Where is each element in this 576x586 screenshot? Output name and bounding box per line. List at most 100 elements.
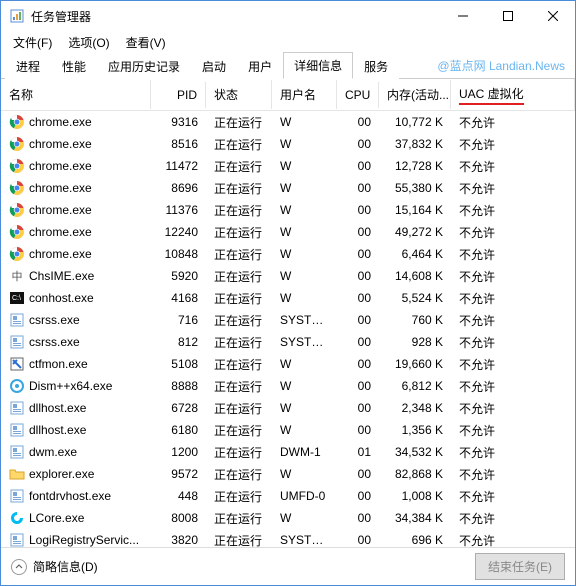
table-row[interactable]: Dism++x64.exe8888正在运行W006,812 K不允许 (1, 375, 575, 397)
tab-users[interactable]: 用户 (237, 53, 283, 79)
process-name: ctfmon.exe (29, 357, 88, 371)
cell-uac: 不允许 (451, 178, 575, 199)
cell-status: 正在运行 (206, 156, 272, 177)
titlebar[interactable]: 任务管理器 (1, 1, 575, 31)
table-row[interactable]: explorer.exe9572正在运行W0082,868 K不允许 (1, 463, 575, 485)
cell-name: csrss.exe (1, 310, 151, 330)
cell-name: csrss.exe (1, 332, 151, 352)
table-row[interactable]: chrome.exe11376正在运行W0015,164 K不允许 (1, 199, 575, 221)
cell-uac: 不允许 (451, 332, 575, 353)
tab-services[interactable]: 服务 (353, 53, 399, 79)
cell-name: chrome.exe (1, 112, 151, 132)
process-icon: C:\ (9, 290, 25, 306)
cell-user: W (272, 267, 337, 285)
cell-uac: 不允许 (451, 508, 575, 529)
process-icon (9, 202, 25, 218)
cell-mem: 5,524 K (379, 289, 451, 307)
cell-uac: 不允许 (451, 486, 575, 507)
table-row[interactable]: chrome.exe8696正在运行W0055,380 K不允许 (1, 177, 575, 199)
process-icon (9, 466, 25, 482)
maximize-button[interactable] (485, 1, 530, 31)
col-header-user[interactable]: 用户名 (272, 80, 337, 109)
menu-view[interactable]: 查看(V) (118, 32, 174, 53)
table-row[interactable]: csrss.exe812正在运行SYSTEM00928 K不允许 (1, 331, 575, 353)
table-row[interactable]: 中ChsIME.exe5920正在运行W0014,608 K不允许 (1, 265, 575, 287)
menu-options[interactable]: 选项(O) (60, 32, 117, 53)
tab-processes[interactable]: 进程 (5, 53, 51, 79)
chevron-up-icon (11, 559, 27, 575)
cell-mem: 10,772 K (379, 113, 451, 131)
cell-mem: 2,348 K (379, 399, 451, 417)
cell-user: W (272, 135, 337, 153)
cell-cpu: 00 (337, 421, 379, 439)
col-header-cpu[interactable]: CPU (337, 82, 379, 108)
col-header-mem[interactable]: 内存(活动... (379, 80, 451, 109)
cell-name: chrome.exe (1, 200, 151, 220)
table-row[interactable]: chrome.exe11472正在运行W0012,728 K不允许 (1, 155, 575, 177)
cell-mem: 55,380 K (379, 179, 451, 197)
tab-history[interactable]: 应用历史记录 (97, 53, 191, 79)
table-row[interactable]: chrome.exe9316正在运行W0010,772 K不允许 (1, 111, 575, 133)
end-task-button[interactable]: 结束任务(E) (475, 553, 565, 580)
process-icon (9, 532, 25, 547)
cell-status: 正在运行 (206, 222, 272, 243)
svg-text:中: 中 (12, 270, 23, 283)
tab-startup[interactable]: 启动 (191, 53, 237, 79)
table-row[interactable]: LCore.exe8008正在运行W0034,384 K不允许 (1, 507, 575, 529)
menu-file[interactable]: 文件(F) (5, 32, 60, 53)
process-name: chrome.exe (29, 181, 92, 195)
table-row[interactable]: LogiRegistryServic...3820正在运行SYSTEM00696… (1, 529, 575, 547)
table-row[interactable]: chrome.exe8516正在运行W0037,832 K不允许 (1, 133, 575, 155)
cell-name: ctfmon.exe (1, 354, 151, 374)
table-row[interactable]: chrome.exe10848正在运行W006,464 K不允许 (1, 243, 575, 265)
table-row[interactable]: ctfmon.exe5108正在运行W0019,660 K不允许 (1, 353, 575, 375)
process-name: chrome.exe (29, 247, 92, 261)
cell-cpu: 00 (337, 157, 379, 175)
cell-user: DWM-1 (272, 443, 337, 461)
table-row[interactable]: C:\conhost.exe4168正在运行W005,524 K不允许 (1, 287, 575, 309)
process-icon (9, 246, 25, 262)
cell-pid: 716 (151, 311, 206, 329)
cell-mem: 1,008 K (379, 487, 451, 505)
cell-cpu: 00 (337, 267, 379, 285)
table-row[interactable]: chrome.exe12240正在运行W0049,272 K不允许 (1, 221, 575, 243)
cell-cpu: 01 (337, 443, 379, 461)
col-header-pid[interactable]: PID (151, 82, 206, 108)
col-header-uac[interactable]: UAC 虚拟化 (451, 79, 575, 111)
process-icon (9, 356, 25, 372)
cell-name: dllhost.exe (1, 398, 151, 418)
close-button[interactable] (530, 1, 575, 31)
tab-details[interactable]: 详细信息 (283, 52, 353, 79)
cell-status: 正在运行 (206, 310, 272, 331)
col-header-name[interactable]: 名称 (1, 80, 151, 109)
cell-status: 正在运行 (206, 464, 272, 485)
process-icon (9, 312, 25, 328)
fewer-details-button[interactable]: 简略信息(D) (11, 558, 467, 575)
cell-user: W (272, 113, 337, 131)
task-manager-window: 任务管理器 文件(F) 选项(O) 查看(V) 进程 性能 应用历史记录 启动 … (0, 0, 576, 586)
cell-pid: 9572 (151, 465, 206, 483)
cell-cpu: 00 (337, 509, 379, 527)
table-row[interactable]: fontdrvhost.exe448正在运行UMFD-0001,008 K不允许 (1, 485, 575, 507)
cell-cpu: 00 (337, 355, 379, 373)
cell-status: 正在运行 (206, 266, 272, 287)
minimize-button[interactable] (440, 1, 485, 31)
svg-text:C:\: C:\ (12, 295, 21, 302)
process-name: chrome.exe (29, 203, 92, 217)
table-row[interactable]: dwm.exe1200正在运行DWM-10134,532 K不允许 (1, 441, 575, 463)
cell-cpu: 00 (337, 289, 379, 307)
process-name: explorer.exe (29, 467, 94, 481)
process-icon (9, 224, 25, 240)
table-row[interactable]: dllhost.exe6180正在运行W001,356 K不允许 (1, 419, 575, 441)
col-header-status[interactable]: 状态 (206, 80, 272, 109)
table-row[interactable]: dllhost.exe6728正在运行W002,348 K不允许 (1, 397, 575, 419)
cell-mem: 6,812 K (379, 377, 451, 395)
grid-body[interactable]: chrome.exe9316正在运行W0010,772 K不允许chrome.e… (1, 111, 575, 547)
cell-mem: 1,356 K (379, 421, 451, 439)
cell-status: 正在运行 (206, 354, 272, 375)
cell-status: 正在运行 (206, 486, 272, 507)
table-row[interactable]: csrss.exe716正在运行SYSTEM00760 K不允许 (1, 309, 575, 331)
tab-performance[interactable]: 性能 (51, 53, 97, 79)
cell-pid: 12240 (151, 223, 206, 241)
cell-name: chrome.exe (1, 244, 151, 264)
